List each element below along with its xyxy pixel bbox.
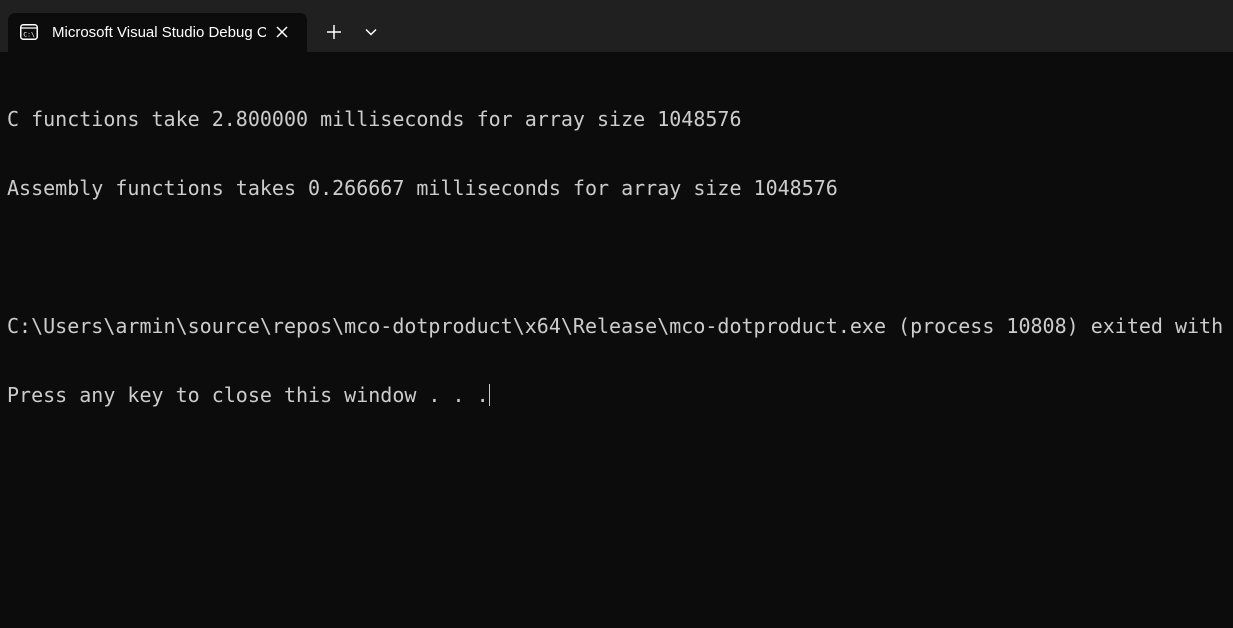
tab-debug-console[interactable]: C:\ Microsoft Visual Studio Debug Consol… [8, 13, 307, 52]
new-tab-button[interactable] [321, 20, 347, 44]
console-line-prompt: Press any key to close this window . . . [7, 384, 1233, 407]
text-cursor [488, 384, 490, 406]
svg-text:C:\: C:\ [23, 31, 35, 39]
close-icon[interactable] [272, 22, 292, 42]
console-output[interactable]: C functions take 2.800000 milliseconds f… [7, 62, 1233, 622]
console-line: C:\Users\armin\source\repos\mco-dotprodu… [7, 314, 1233, 338]
tab-title: Microsoft Visual Studio Debug Console [52, 24, 266, 41]
console-line: Assembly functions takes 0.266667 millis… [7, 176, 838, 200]
console-icon: C:\ [20, 24, 38, 40]
plus-icon [321, 25, 347, 48]
console-line: C functions take 2.800000 milliseconds f… [7, 107, 742, 131]
tab-dropdown-button[interactable] [359, 20, 383, 44]
title-bar[interactable]: C:\ Microsoft Visual Studio Debug Consol… [0, 0, 1233, 52]
chevron-down-icon [359, 28, 383, 48]
console-prompt-text: Press any key to close this window . . . [7, 383, 489, 407]
